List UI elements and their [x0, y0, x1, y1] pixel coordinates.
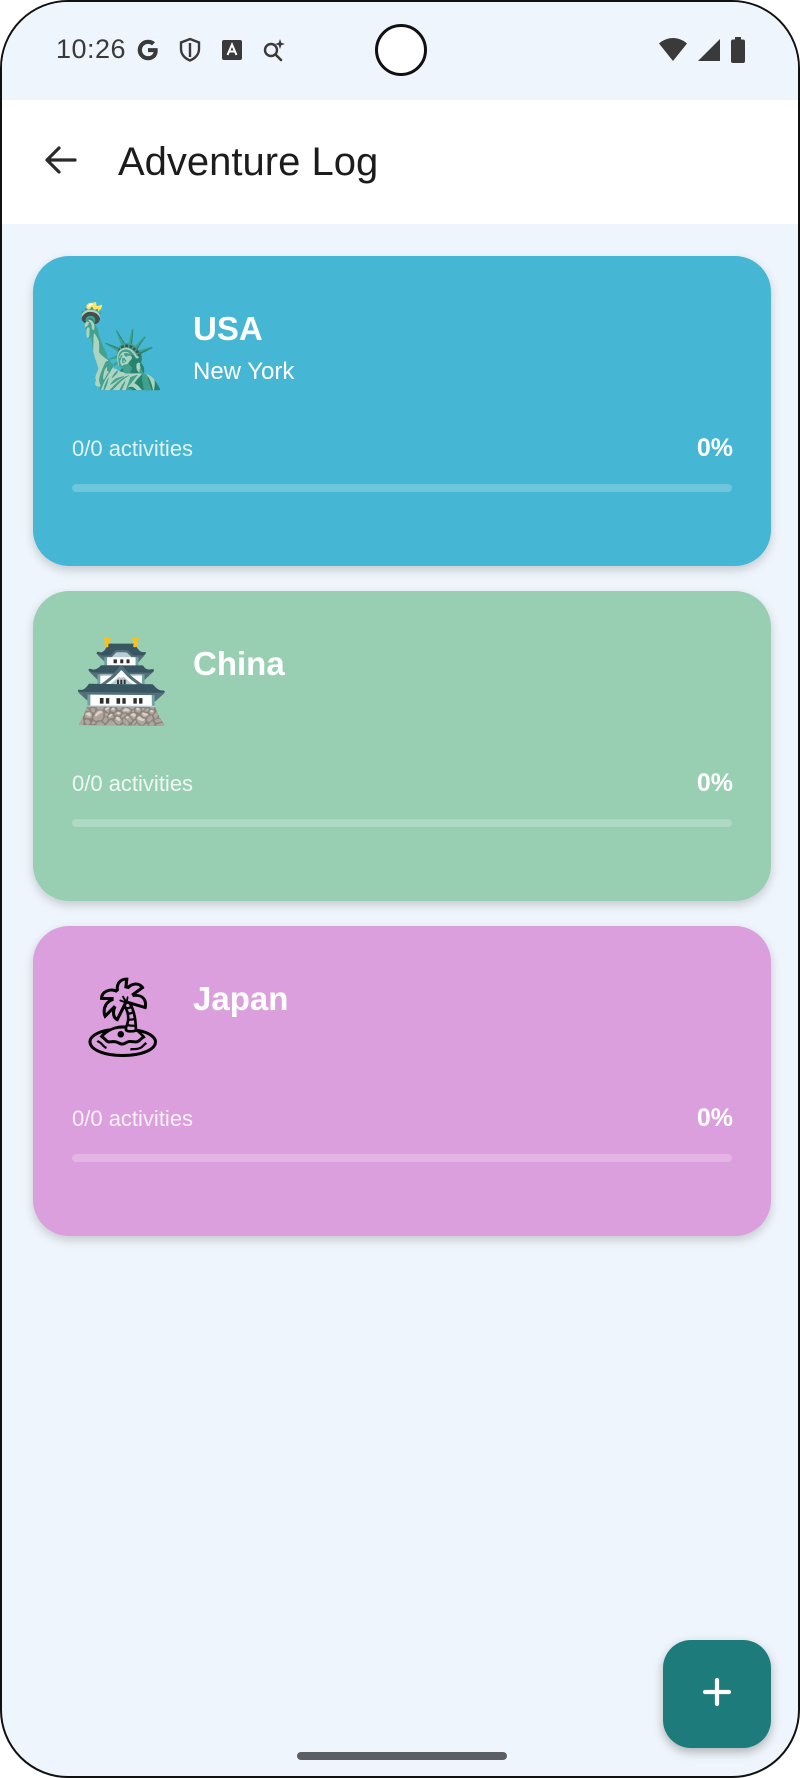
status-time: 10:26: [56, 34, 127, 64]
card-progress-bar: [72, 484, 732, 492]
card-country: USA: [193, 310, 263, 347]
cell-signal-icon: [696, 37, 722, 68]
back-button[interactable]: [28, 130, 92, 194]
card-country: Japan: [193, 980, 289, 1017]
google-icon: [134, 36, 162, 64]
add-adventure-button[interactable]: [663, 1640, 771, 1748]
status-system-icons: [658, 36, 746, 69]
text-badge-icon: [218, 36, 246, 64]
statue-of-liberty-icon: 🗽: [73, 303, 171, 393]
status-notification-icons: [134, 36, 288, 64]
card-activities-count: 0/0 activities: [72, 771, 194, 796]
country-card-china[interactable]: 🏯 China 0/0 activities 0%: [33, 591, 771, 901]
plus-icon: [702, 1677, 732, 1712]
home-indicator: [297, 1752, 507, 1760]
arrow-left-icon: [43, 145, 77, 180]
camera-cutout: [375, 24, 427, 76]
card-country: China: [193, 645, 285, 682]
card-progress-percent: 0%: [696, 434, 733, 462]
card-progress-percent: 0%: [696, 769, 733, 797]
card-activities-count: 0/0 activities: [72, 1106, 194, 1131]
app-bar: Adventure Log: [2, 100, 798, 224]
page-title: Adventure Log: [118, 140, 379, 184]
status-bar: 10:26: [2, 2, 798, 100]
adventure-card-list: 🗽 USA New York 0/0 activities 0% 🏯 China…: [33, 256, 771, 1261]
battery-icon: [730, 36, 746, 69]
desert-island-icon: 🏝: [73, 973, 173, 1063]
country-card-usa[interactable]: 🗽 USA New York 0/0 activities 0%: [33, 256, 771, 566]
country-card-japan[interactable]: 🏝 Japan 0/0 activities 0%: [33, 926, 771, 1236]
shield-icon: [176, 36, 204, 64]
japanese-castle-icon: 🏯: [73, 638, 171, 728]
phone-screen: 10:26 Adventure Log 🗽 USA New York 0/0 a…: [0, 0, 800, 1778]
card-progress-bar: [72, 819, 732, 827]
wifi-icon: [658, 37, 688, 68]
search-sparkle-icon: [260, 36, 288, 64]
card-progress-bar: [72, 1154, 732, 1162]
card-progress-percent: 0%: [696, 1104, 733, 1132]
card-activities-count: 0/0 activities: [72, 436, 194, 461]
card-city: New York: [193, 358, 295, 385]
